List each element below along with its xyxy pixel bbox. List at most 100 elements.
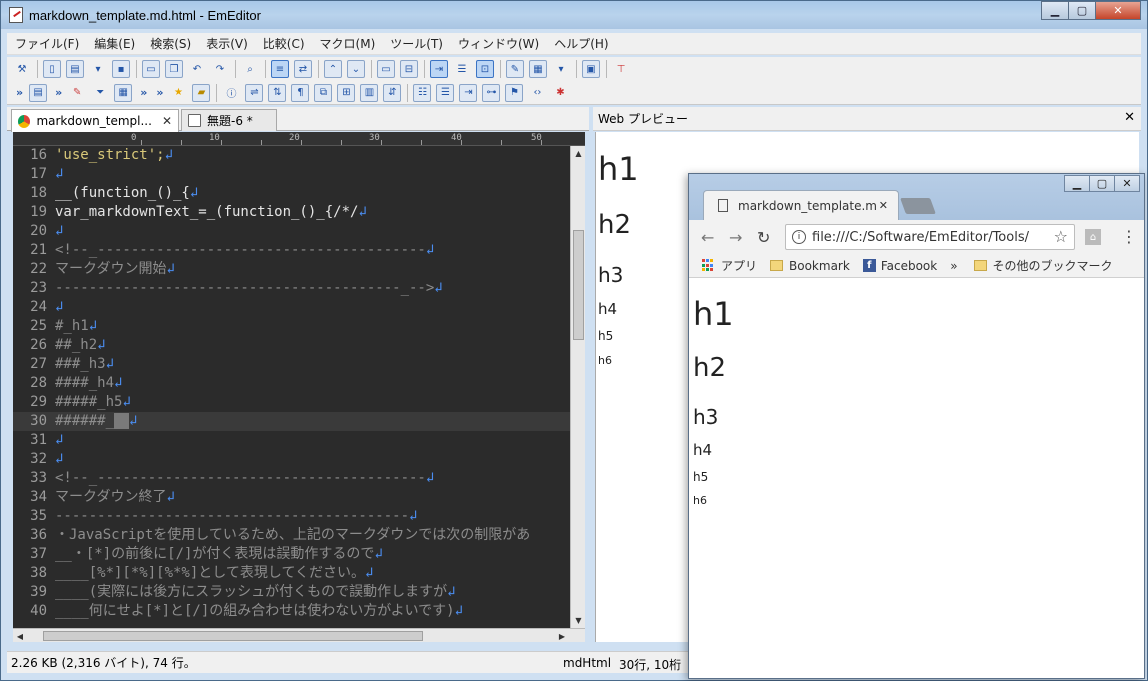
back-icon[interactable]: ← — [701, 228, 714, 247]
line-text: 'use_strict'; — [55, 147, 165, 163]
scroll-up-icon[interactable]: ⌃ — [324, 60, 342, 78]
select-all-icon[interactable]: ▭ — [142, 60, 160, 78]
outline-icon[interactable]: ☷ — [413, 83, 432, 102]
wrap-window-icon[interactable]: ⇄ — [294, 60, 312, 78]
filter-icon[interactable]: ⏷ — [91, 84, 109, 102]
ruler-tick — [141, 140, 142, 145]
chrome-maximize-button[interactable]: ▢ — [1089, 175, 1115, 192]
password-icon[interactable]: ✱ — [551, 84, 569, 102]
highlight-icon[interactable]: ✎ — [68, 84, 86, 102]
config-status[interactable]: mdHtml — [563, 656, 611, 670]
sort-az-icon[interactable]: ⇵ — [383, 83, 402, 102]
table-icon[interactable]: ▦ — [114, 83, 133, 102]
menu-compare[interactable]: 比較(C) — [263, 35, 305, 52]
address-bar[interactable]: i file:///C:/Software/EmEditor/Tools/ ☆ — [785, 224, 1075, 250]
tab-marks-icon[interactable]: ⇥ — [430, 60, 448, 78]
split-horizontal-icon[interactable]: ⊟ — [400, 60, 418, 78]
info-icon[interactable]: i — [792, 230, 806, 244]
bookmark-bookmark[interactable]: Bookmark — [770, 259, 850, 273]
chrome-menu-icon[interactable]: ⋮ — [1121, 227, 1137, 246]
open-icon[interactable]: ▤ — [66, 60, 84, 78]
favorite-star-icon[interactable]: ★ — [169, 84, 187, 102]
line-marks-icon[interactable]: ☰ — [453, 60, 471, 78]
format-icon[interactable]: ¶ — [291, 83, 310, 102]
chrome-tab[interactable]: markdown_template.m ✕ — [703, 190, 899, 220]
convert-icon[interactable]: ⇌ — [245, 83, 264, 102]
bookmark-icon[interactable]: ⚑ — [505, 83, 524, 102]
sort-icon[interactable]: ⇅ — [268, 83, 287, 102]
copy-icon[interactable]: ❐ — [165, 60, 183, 78]
eol-mark: ↲ — [365, 565, 374, 581]
macro-icon[interactable]: ▤ — [29, 83, 48, 102]
menu-macro[interactable]: マクロ(M) — [320, 35, 376, 52]
menu-file[interactable]: ファイル(F) — [15, 35, 79, 52]
tools-icon[interactable]: ⚒ — [13, 60, 31, 78]
toolbar-chevron-icon[interactable]: » — [156, 86, 163, 99]
undo-icon[interactable]: ↶ — [188, 60, 206, 78]
output-bar-icon[interactable]: ▣ — [582, 60, 600, 78]
column-icon[interactable]: ▥ — [360, 83, 379, 102]
tab-markdown-template[interactable]: markdown_templ... ✕ — [11, 109, 179, 132]
split-icon[interactable]: ▭ — [377, 60, 395, 78]
bookmark-facebook[interactable]: f Facebook — [862, 259, 937, 273]
menu-edit[interactable]: 編集(E) — [94, 35, 135, 52]
extension-icon[interactable]: ⌂ — [1085, 229, 1101, 245]
code-editor[interactable]: 0 10 20 30 40 50 16 'use_strict'; ↲ 17 ↲ 18… — [13, 132, 585, 642]
customize-icon[interactable]: ✎ — [506, 60, 524, 78]
new-tab-button[interactable] — [900, 198, 936, 214]
close-tab-icon[interactable]: ✕ — [879, 199, 888, 212]
folder-icon[interactable]: ▰ — [192, 83, 211, 102]
tab-untitled-6[interactable]: 無題-6 * — [181, 109, 277, 131]
menu-search[interactable]: 検索(S) — [150, 35, 191, 52]
bookmark-star-icon[interactable]: ☆ — [1050, 227, 1068, 246]
scroll-down-icon[interactable]: ⌄ — [347, 60, 365, 78]
scroll-down-arrow-icon[interactable]: ▼ — [571, 613, 585, 628]
chrome-minimize-button[interactable]: ▁ — [1064, 175, 1090, 192]
toolbar-chevron-icon[interactable]: » — [16, 86, 23, 99]
tag-icon[interactable]: ‹› — [528, 84, 546, 102]
indent-icon[interactable]: ⇥ — [459, 83, 478, 102]
scroll-right-arrow-icon[interactable]: ▶ — [555, 629, 569, 642]
merge-icon[interactable]: ⊞ — [337, 83, 356, 102]
toolbar-chevron-icon[interactable]: » — [55, 86, 62, 99]
close-tab-icon[interactable]: ✕ — [162, 114, 172, 128]
toolbar-chevron-icon[interactable]: » — [140, 86, 147, 99]
bookmarks-overflow[interactable]: » — [950, 259, 957, 273]
reload-icon[interactable]: ↻ — [757, 228, 770, 247]
full-screen-icon[interactable]: ⊡ — [476, 60, 494, 78]
tree-icon[interactable]: ⊶ — [482, 83, 501, 102]
bookmark-apps[interactable]: アプリ — [702, 257, 757, 274]
config-dropdown-icon[interactable]: ▾ — [552, 60, 570, 78]
redo-icon[interactable]: ↷ — [211, 60, 229, 78]
scroll-thumb[interactable] — [573, 230, 584, 340]
vertical-scrollbar[interactable]: ▲ ▼ — [570, 146, 585, 628]
pin-icon[interactable]: ⊤ — [612, 60, 630, 78]
save-icon[interactable]: ▪ — [112, 60, 130, 78]
scroll-left-arrow-icon[interactable]: ◀ — [13, 629, 27, 642]
wrap-icon[interactable]: ≡ — [271, 60, 289, 78]
menu-help[interactable]: ヘルプ(H) — [554, 35, 608, 52]
maximize-button[interactable]: ▢ — [1068, 1, 1096, 20]
find-icon[interactable]: ⌕ — [241, 60, 259, 78]
config-icon[interactable]: ▦ — [529, 60, 547, 78]
dropdown-icon[interactable]: ▾ — [89, 60, 107, 78]
scroll-up-arrow-icon[interactable]: ▲ — [571, 146, 585, 161]
scroll-thumb[interactable] — [43, 631, 423, 641]
bookmark-other[interactable]: その他のブックマーク — [973, 257, 1113, 274]
close-preview-icon[interactable]: ✕ — [1124, 110, 1135, 125]
line-text: ##_h2 — [55, 337, 98, 353]
ruler-tick — [461, 140, 462, 145]
horizontal-scrollbar[interactable]: ◀ ▶ — [13, 628, 585, 642]
forward-icon[interactable]: → — [729, 228, 742, 247]
chrome-close-button[interactable]: ✕ — [1114, 175, 1140, 192]
menu-window[interactable]: ウィンドウ(W) — [458, 35, 539, 52]
compare-icon[interactable]: ⧉ — [314, 83, 333, 102]
minimize-button[interactable]: ▁ — [1041, 1, 1069, 20]
close-button[interactable]: ✕ — [1095, 1, 1141, 20]
menu-view[interactable]: 表示(V) — [206, 35, 248, 52]
code-line: 23 --------------------------------------… — [13, 279, 570, 298]
menu-tools[interactable]: ツール(T) — [390, 35, 443, 52]
new-file-icon[interactable]: ▯ — [43, 60, 61, 78]
info-icon[interactable]: ⓘ — [222, 84, 240, 102]
list-icon[interactable]: ☰ — [436, 83, 455, 102]
